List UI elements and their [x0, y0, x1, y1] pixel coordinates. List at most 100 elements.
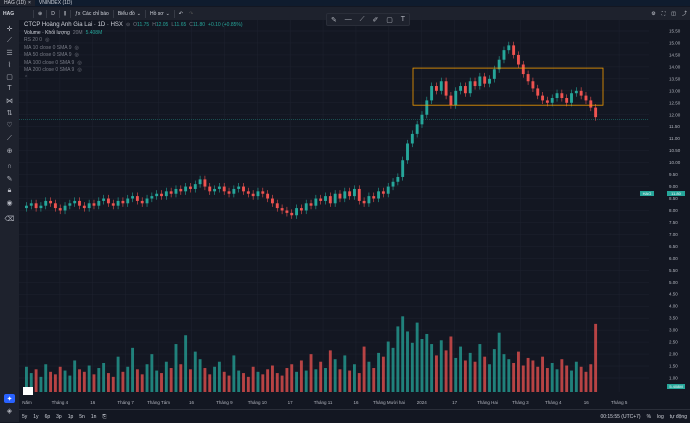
ruler-icon[interactable]: ⟋	[4, 134, 15, 143]
time-tick-label: Tháng 3	[512, 400, 529, 405]
legend-menu-icon[interactable]: ⊝	[126, 22, 130, 30]
eye-icon[interactable]: ◎	[75, 52, 79, 60]
candle-body	[193, 184, 197, 189]
candle-body	[430, 86, 434, 101]
eye-icon[interactable]: ◎	[45, 37, 49, 45]
fib-icon[interactable]: ☰	[4, 48, 15, 57]
goto-date-icon[interactable]: ⎘	[99, 414, 109, 420]
range-6m[interactable]: 6p	[42, 414, 54, 420]
range-1y[interactable]: 1y	[30, 414, 41, 420]
text-icon[interactable]: T	[4, 84, 15, 93]
volume-bar	[232, 355, 236, 392]
gear-icon: ⚙	[651, 10, 656, 17]
eye-icon[interactable]: ◎	[75, 45, 79, 53]
indicator-ma100[interactable]: MA 100 close 0 SMA 9	[24, 60, 74, 68]
volume-bar	[208, 374, 212, 392]
auto-toggle[interactable]: tự động	[667, 414, 690, 420]
zoom-icon[interactable]: ⊕	[4, 146, 15, 155]
prediction-icon[interactable]: ⇅	[4, 108, 15, 117]
clock-time[interactable]: 00:15:55 (UTC+7)	[597, 414, 643, 420]
close-icon[interactable]: ×	[28, 0, 31, 6]
log-toggle[interactable]: log	[654, 414, 667, 420]
eye-icon[interactable]: ◎	[77, 60, 81, 68]
candle-body	[179, 188, 183, 192]
eye-icon[interactable]: ◉	[4, 198, 15, 207]
candle-body	[39, 205, 43, 209]
range-5d[interactable]: 5n	[76, 414, 88, 420]
indicator-ma50[interactable]: MA 50 close 0 SMA 9	[24, 52, 72, 60]
draw-mode-icon[interactable]: ✎	[4, 174, 15, 183]
candle-body	[521, 64, 525, 75]
candle-body	[565, 98, 569, 103]
text-tool-icon[interactable]: T	[401, 16, 405, 23]
price-tick-label: 14.00	[669, 64, 681, 69]
pencil-icon[interactable]: ✐	[372, 16, 378, 24]
tab-vnindex[interactable]: VNINDEX (1D)	[35, 0, 76, 6]
candle-body	[44, 200, 48, 206]
candle-body	[483, 76, 487, 84]
eye-icon[interactable]: ◎	[77, 67, 81, 75]
candle-body	[275, 203, 279, 209]
indicator-ma200[interactable]: MA 200 close 0 SMA 9	[24, 67, 74, 75]
tab-hag[interactable]: HAG (1D) ×	[0, 0, 35, 6]
indicator-ma10[interactable]: MA 10 close 0 SMA 9	[24, 45, 72, 53]
range-5y[interactable]: 5y	[19, 414, 30, 420]
range-1d[interactable]: 1n	[88, 414, 100, 420]
volume-bar	[82, 371, 86, 392]
price-tick-label: 9.00	[669, 184, 678, 189]
redo-button[interactable]: ↷	[186, 8, 196, 20]
candle-body	[34, 203, 38, 209]
rect-icon[interactable]: ▢	[386, 16, 393, 24]
pattern-tool-icon[interactable]: ⋈	[4, 96, 15, 105]
crosshair-icon[interactable]: ✛	[4, 24, 15, 33]
trendline-icon[interactable]: ⟋	[4, 36, 15, 45]
volume-bar	[468, 352, 472, 392]
share-button[interactable]: ⤴	[679, 8, 690, 20]
volume-bar	[541, 356, 545, 392]
undo-button[interactable]: ↶	[176, 8, 186, 20]
pattern-icon[interactable]: ⌇	[4, 60, 15, 69]
lock-icon[interactable]: 🔒︎	[4, 186, 15, 195]
compare-button[interactable]: ⊕	[35, 8, 45, 20]
line-icon[interactable]: —	[345, 16, 352, 23]
volume-bar	[396, 326, 400, 392]
settings-button[interactable]: ⚙	[648, 8, 658, 20]
brush-icon[interactable]: ✎	[331, 16, 337, 24]
interval-button[interactable]: D	[48, 8, 58, 20]
indicators-button[interactable]: ƒx Các chỉ báo	[72, 8, 112, 20]
candle-body	[174, 188, 178, 194]
trash-icon[interactable]: ⌫	[4, 214, 15, 223]
volume-bar	[271, 365, 274, 392]
indicator-rs[interactable]: RS 20 0	[24, 37, 42, 45]
symbol-search-button[interactable]: HAG	[0, 8, 32, 20]
volume-label: Volume · Khối lượng	[24, 29, 70, 36]
tab-hag-label: HAG (1D)	[4, 0, 26, 6]
time-tick-label: Tháng 10	[248, 400, 268, 405]
chart-type-button[interactable]: Biểu đồ ⌄	[115, 8, 144, 20]
volume-bar	[92, 374, 96, 392]
volume-bar	[275, 373, 279, 392]
active-tool-icon[interactable]: ✦	[4, 394, 15, 403]
price-tick-label: 6.00	[669, 256, 678, 261]
range-3m[interactable]: 3p	[53, 414, 65, 420]
candle-body	[53, 203, 57, 209]
volume-bar	[126, 366, 130, 392]
volume-bar	[280, 375, 284, 392]
volume-bar	[290, 364, 294, 392]
range-1m[interactable]: 1p	[65, 414, 77, 420]
layers-icon[interactable]: ◈	[4, 406, 15, 415]
volume-bar	[454, 357, 458, 392]
template-button[interactable]: Hồ sơ ⌄	[147, 8, 173, 20]
percent-toggle[interactable]: %	[644, 414, 654, 420]
price-tick-label: 2.00	[669, 352, 678, 357]
candle-body	[454, 90, 458, 106]
shape-icon[interactable]: ▢	[4, 72, 15, 81]
heart-icon[interactable]: ♡	[4, 120, 15, 129]
fullscreen-button[interactable]: ⛶	[659, 8, 669, 20]
collapse-legend-icon[interactable]: ⌃	[24, 75, 28, 83]
magnet-icon[interactable]: ∩	[4, 162, 15, 171]
bar-style-button[interactable]: ⫼	[61, 8, 69, 20]
pen-icon[interactable]: ⟋	[360, 16, 365, 24]
candle-body	[164, 191, 168, 197]
snapshot-button[interactable]: ◫	[668, 8, 679, 20]
